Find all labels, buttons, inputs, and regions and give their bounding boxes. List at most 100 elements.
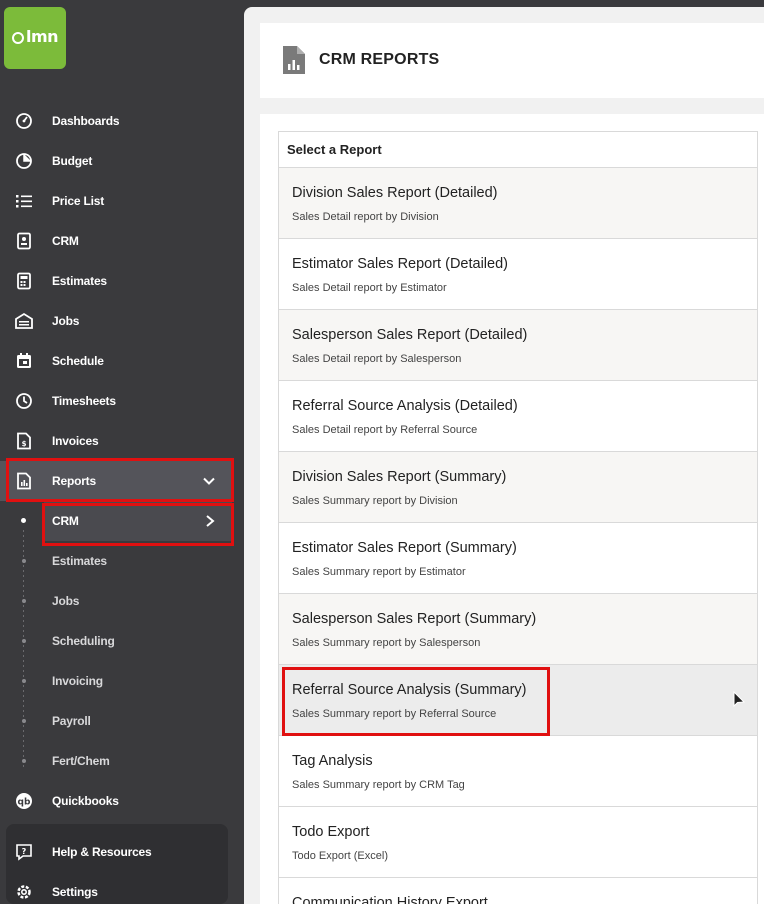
report-title: Division Sales Report (Detailed) bbox=[292, 185, 498, 201]
subitem-label: Estimates bbox=[52, 554, 107, 568]
report-title: Division Sales Report (Summary) bbox=[292, 469, 507, 485]
report-title: Estimator Sales Report (Summary) bbox=[292, 540, 517, 556]
report-icon bbox=[283, 46, 305, 74]
sidebar-item-budget[interactable]: Budget bbox=[0, 141, 232, 181]
report-row[interactable]: Tag Analysis Sales Summary report by CRM… bbox=[279, 736, 757, 807]
report-subtitle: Sales Summary report by Division bbox=[292, 495, 458, 507]
mouse-cursor-icon bbox=[733, 691, 745, 708]
report-subtitle: Sales Detail report by Division bbox=[292, 211, 439, 223]
sidebar-item-label: Quickbooks bbox=[52, 794, 119, 808]
list-icon bbox=[15, 192, 33, 210]
svg-text:$: $ bbox=[22, 440, 27, 448]
highlight-box-referral-summary bbox=[282, 667, 550, 736]
report-title: Tag Analysis bbox=[292, 753, 373, 769]
help-icon: ? bbox=[15, 843, 33, 861]
current-dot bbox=[21, 518, 26, 523]
sidebar-item-dashboards[interactable]: Dashboards bbox=[0, 101, 232, 141]
sidebar-item-label: Jobs bbox=[52, 314, 80, 328]
report-row[interactable]: Salesperson Sales Report (Detailed) Sale… bbox=[279, 310, 757, 381]
highlight-box-crm bbox=[42, 503, 234, 546]
clock-icon bbox=[15, 392, 33, 410]
tree-dot bbox=[22, 639, 26, 643]
report-row[interactable]: Estimator Sales Report (Detailed) Sales … bbox=[279, 239, 757, 310]
page-title: CRM REPORTS bbox=[319, 51, 440, 68]
sidebar-subitem-fert-chem[interactable]: Fert/Chem bbox=[0, 741, 232, 781]
tree-dot bbox=[22, 599, 26, 603]
report-subtitle: Sales Detail report by Estimator bbox=[292, 282, 447, 294]
sidebar-item-label: Timesheets bbox=[52, 394, 116, 408]
sidebar-item-crm[interactable]: CRM bbox=[0, 221, 232, 261]
leaf-icon bbox=[12, 32, 24, 44]
tree-dot bbox=[22, 679, 26, 683]
report-row[interactable]: Salesperson Sales Report (Summary) Sales… bbox=[279, 594, 757, 665]
sidebar-item-label: Estimates bbox=[52, 274, 107, 288]
sidebar-item-label: CRM bbox=[52, 234, 79, 248]
sidebar-item-schedule[interactable]: Schedule bbox=[0, 341, 232, 381]
calendar-icon bbox=[15, 352, 33, 370]
calculator-icon bbox=[15, 272, 33, 290]
sidebar: lmn Dashboards Budget Price List CRM Est… bbox=[0, 0, 244, 904]
report-title: Communication History Export bbox=[292, 895, 488, 904]
page-header: CRM REPORTS bbox=[260, 23, 764, 98]
highlight-box-reports bbox=[6, 458, 234, 502]
sidebar-item-label: Dashboards bbox=[52, 114, 120, 128]
sidebar-subitem-scheduling[interactable]: Scheduling bbox=[0, 621, 232, 661]
sidebar-item-quickbooks[interactable]: qb Quickbooks bbox=[0, 781, 232, 821]
sidebar-item-label: Price List bbox=[52, 194, 105, 208]
sidebar-item-label: Invoices bbox=[52, 434, 99, 448]
sidebar-item-label: Budget bbox=[52, 154, 93, 168]
report-row[interactable]: Referral Source Analysis (Detailed) Sale… bbox=[279, 381, 757, 452]
subitem-label: Fert/Chem bbox=[52, 754, 110, 768]
sidebar-item-label: Help & Resources bbox=[52, 845, 152, 859]
lmn-logo[interactable]: lmn bbox=[4, 7, 66, 69]
report-subtitle: Sales Summary report by CRM Tag bbox=[292, 779, 465, 791]
svg-text:qb: qb bbox=[18, 798, 31, 808]
sidebar-item-label: Schedule bbox=[52, 354, 104, 368]
report-subtitle: Sales Summary report by Salesperson bbox=[292, 637, 481, 649]
sidebar-item-jobs[interactable]: Jobs bbox=[0, 301, 232, 341]
report-title: Todo Export bbox=[292, 824, 370, 840]
invoice-icon: $ bbox=[15, 432, 33, 450]
tree-dot bbox=[22, 559, 26, 563]
report-title: Estimator Sales Report (Detailed) bbox=[292, 256, 508, 272]
list-heading: Select a Report bbox=[279, 132, 757, 168]
sidebar-item-settings[interactable]: Settings bbox=[0, 872, 232, 904]
gear-icon bbox=[15, 883, 33, 901]
svg-text:?: ? bbox=[22, 847, 27, 856]
sidebar-item-price-list[interactable]: Price List bbox=[0, 181, 232, 221]
report-subtitle: Todo Export (Excel) bbox=[292, 850, 388, 862]
quickbooks-icon: qb bbox=[15, 792, 33, 810]
tree-dot bbox=[22, 719, 26, 723]
sidebar-subitem-estimates[interactable]: Estimates bbox=[0, 541, 232, 581]
subitem-label: Payroll bbox=[52, 714, 91, 728]
report-row[interactable]: Estimator Sales Report (Summary) Sales S… bbox=[279, 523, 757, 594]
report-row[interactable]: Communication History Export bbox=[279, 878, 757, 904]
sidebar-subitem-payroll[interactable]: Payroll bbox=[0, 701, 232, 741]
subitem-label: Scheduling bbox=[52, 634, 115, 648]
report-list-card: Select a Report Division Sales Report (D… bbox=[260, 114, 764, 904]
sidebar-item-invoices[interactable]: $ Invoices bbox=[0, 421, 232, 461]
report-row[interactable]: Division Sales Report (Detailed) Sales D… bbox=[279, 168, 757, 239]
logo-text: lmn bbox=[26, 27, 59, 46]
report-title: Referral Source Analysis (Detailed) bbox=[292, 398, 518, 414]
subitem-label: Invoicing bbox=[52, 674, 103, 688]
sidebar-subitem-jobs[interactable]: Jobs bbox=[0, 581, 232, 621]
sidebar-item-estimates[interactable]: Estimates bbox=[0, 261, 232, 301]
report-list: Select a Report Division Sales Report (D… bbox=[278, 131, 758, 904]
report-title: Salesperson Sales Report (Summary) bbox=[292, 611, 537, 627]
garage-icon bbox=[15, 312, 33, 330]
sidebar-item-help[interactable]: ? Help & Resources bbox=[0, 832, 232, 872]
report-subtitle: Sales Summary report by Estimator bbox=[292, 566, 466, 578]
gauge-icon bbox=[15, 112, 33, 130]
report-subtitle: Sales Detail report by Salesperson bbox=[292, 353, 462, 365]
subitem-label: Jobs bbox=[52, 594, 80, 608]
sidebar-item-timesheets[interactable]: Timesheets bbox=[0, 381, 232, 421]
pie-chart-icon bbox=[15, 152, 33, 170]
tree-dot bbox=[22, 759, 26, 763]
report-row[interactable]: Todo Export Todo Export (Excel) bbox=[279, 807, 757, 878]
sidebar-item-label: Settings bbox=[52, 885, 98, 899]
report-subtitle: Sales Detail report by Referral Source bbox=[292, 424, 478, 436]
contact-card-icon bbox=[15, 232, 33, 250]
sidebar-subitem-invoicing[interactable]: Invoicing bbox=[0, 661, 232, 701]
report-row[interactable]: Division Sales Report (Summary) Sales Su… bbox=[279, 452, 757, 523]
